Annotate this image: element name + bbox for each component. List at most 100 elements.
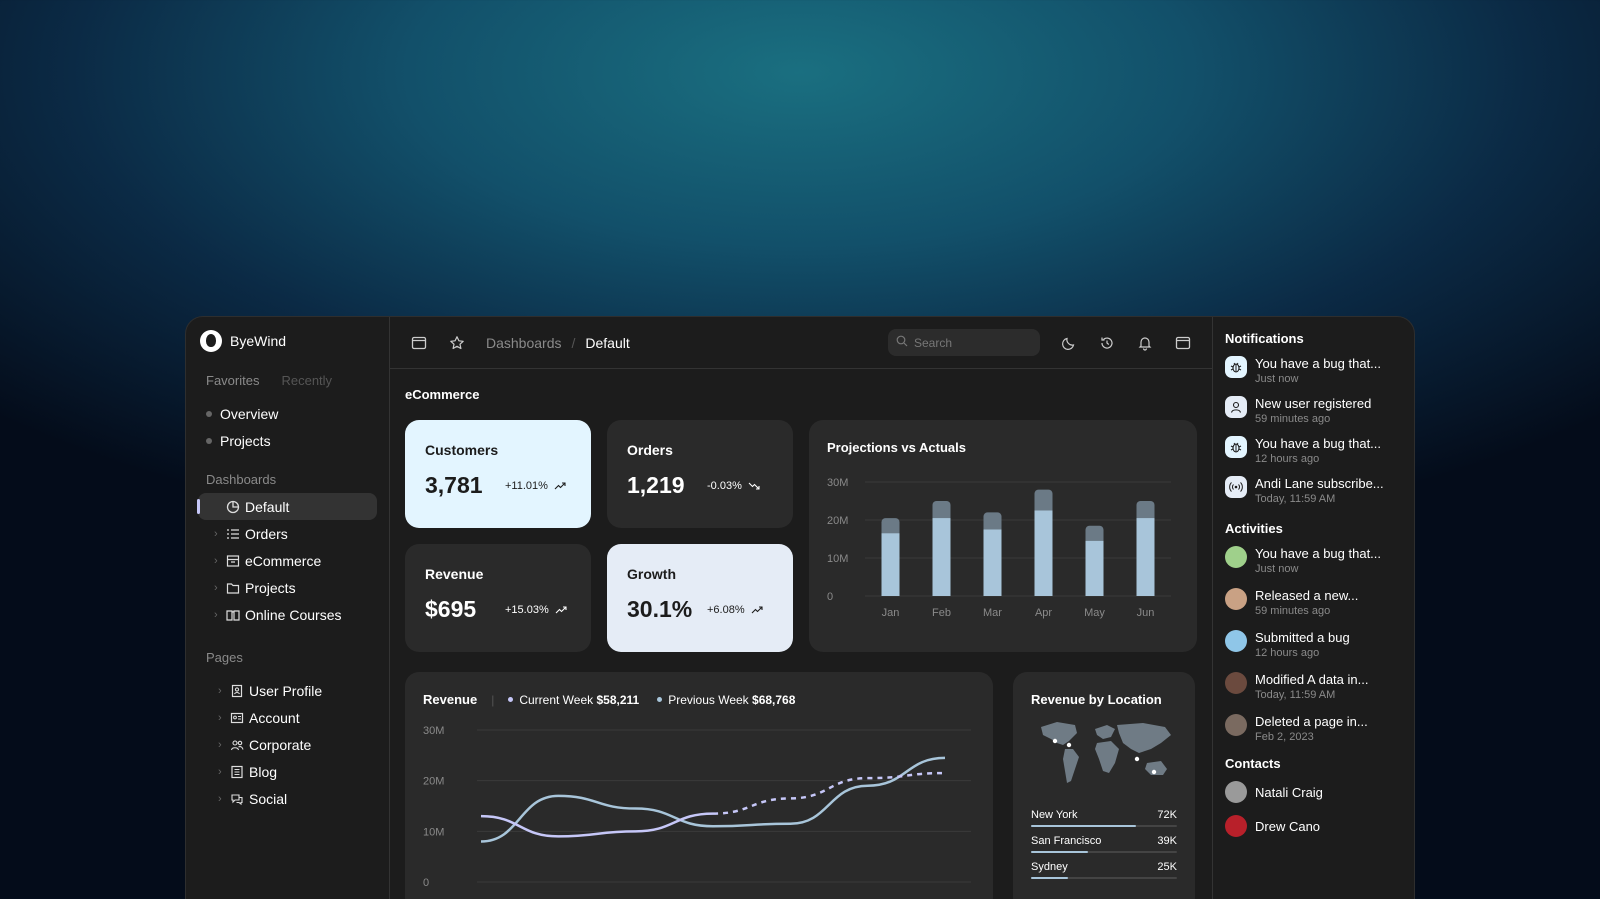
notification-time: Today, 11:59 AM (1255, 493, 1336, 505)
activity-time: Today, 11:59 AM (1255, 689, 1336, 701)
book-icon (226, 608, 240, 622)
projections-card: Projections vs Actuals 30M 20M 10M 0 Jan Feb M… (809, 420, 1197, 652)
sidebar-item-account[interactable]: › Account (198, 704, 377, 731)
sidebar-item-user-profile[interactable]: › User Profile (198, 677, 377, 704)
sidebar-item-ecommerce[interactable]: › eCommerce (198, 547, 377, 574)
bar-actual (1085, 540, 1104, 596)
panel-toggle-icon[interactable] (1174, 334, 1192, 352)
brand[interactable]: ByeWind (200, 329, 377, 353)
bar-actual (932, 518, 951, 596)
kpi-change-text: +15.03% (505, 603, 549, 616)
sidebar-item-blog[interactable]: › Blog (198, 758, 377, 785)
search-input[interactable] (914, 335, 1024, 350)
broadcast-icon (1225, 476, 1247, 498)
avatar (1225, 781, 1247, 803)
avatar (1225, 546, 1247, 568)
activities-title: Activities (1225, 521, 1283, 536)
notification-text: Andi Lane subscribe... (1255, 476, 1384, 491)
location-value: 39K (1157, 835, 1177, 847)
moon-icon[interactable] (1060, 334, 1078, 352)
sidebar-item-orders[interactable]: › Orders (198, 520, 377, 547)
favorites-list: Overview Projects (206, 400, 377, 454)
breadcrumb-separator: / (571, 334, 576, 351)
chevron-right-icon: › (218, 684, 222, 697)
activity-item[interactable]: You have a bug that... Just now (1225, 546, 1402, 575)
contact-item[interactable]: Drew Cano (1225, 815, 1402, 837)
kpi-change: +15.03% (505, 604, 567, 616)
contact-item[interactable]: Natali Craig (1225, 781, 1402, 803)
star-icon[interactable] (448, 334, 466, 352)
trend-up-icon (554, 481, 566, 489)
kpi-card-customers[interactable]: Customers 3,781 +11.01% (405, 420, 591, 528)
kpi-value: $695 (425, 596, 477, 622)
divider: | (491, 692, 495, 707)
contact-name: Natali Craig (1255, 784, 1323, 800)
location-bar (1031, 877, 1177, 879)
breadcrumb-dashboards[interactable]: Dashboards (486, 335, 562, 351)
legend-dot-icon (508, 697, 514, 702)
favorite-item-projects[interactable]: Projects (206, 427, 377, 454)
notification-time: 12 hours ago (1255, 453, 1320, 465)
location-row: New York 72K (1031, 809, 1177, 827)
avatar (1225, 630, 1247, 652)
dashboards-section-label: Dashboards (206, 472, 277, 487)
location-city: Sydney (1031, 861, 1068, 873)
kpi-value: 1,219 (627, 472, 685, 498)
favorite-item-overview[interactable]: Overview (206, 400, 377, 427)
legend-label: Previous Week (668, 692, 749, 707)
location-title: Revenue by Location (1031, 692, 1162, 707)
sidebar-item-label: User Profile (249, 682, 323, 699)
notification-item[interactable]: New user registered 59 minutes ago (1225, 396, 1402, 425)
search-box[interactable] (888, 329, 1040, 356)
kpi-label: Orders (627, 442, 673, 458)
sidebar-item-projects[interactable]: › Projects (198, 574, 377, 601)
sidebar-item-corporate[interactable]: › Corporate (198, 731, 377, 758)
line-current-week-projection (712, 771, 946, 815)
sidebar-toggle-icon[interactable] (410, 334, 428, 352)
kpi-change: +6.08% (707, 604, 763, 616)
kpi-card-revenue[interactable]: Revenue $695 +15.03% (405, 544, 591, 652)
activity-item[interactable]: Deleted a page in... Feb 2, 2023 (1225, 714, 1402, 743)
projections-title: Projections vs Actuals (827, 440, 966, 455)
legend-dot-icon (657, 697, 663, 702)
history-icon[interactable] (1098, 334, 1116, 352)
activity-text: Deleted a page in... (1255, 714, 1368, 729)
notification-time: Just now (1255, 373, 1299, 385)
notification-item[interactable]: You have a bug that... 12 hours ago (1225, 436, 1402, 465)
notification-item[interactable]: You have a bug that... Just now (1225, 356, 1402, 385)
users-icon (230, 738, 244, 752)
sidebar-item-social[interactable]: › Social (198, 785, 377, 812)
notification-text: You have a bug that... (1255, 436, 1382, 451)
tab-recently[interactable]: Recently (281, 373, 332, 388)
chat-icon (230, 792, 244, 806)
activity-item[interactable]: Released a new... 59 minutes ago (1225, 588, 1402, 617)
tab-favorites[interactable]: Favorites (206, 373, 259, 388)
location-value: 72K (1157, 809, 1177, 821)
sidebar-item-online-courses[interactable]: › Online Courses (198, 601, 377, 628)
kpi-card-growth[interactable]: Growth 30.1% +6.08% (607, 544, 793, 652)
bell-icon[interactable] (1136, 334, 1154, 352)
location-row: San Francisco 39K (1031, 835, 1177, 853)
kpi-label: Customers (425, 442, 499, 458)
kpi-value: 3,781 (425, 472, 483, 498)
kpi-change-text: -0.03% (707, 479, 742, 492)
notebook-icon (230, 765, 244, 779)
activity-item[interactable]: Submitted a bug 12 hours ago (1225, 630, 1402, 659)
bullet-icon (206, 410, 212, 417)
activity-item[interactable]: Modified A data in... Today, 11:59 AM (1225, 672, 1402, 701)
dashboard-window: ByeWind Favorites Recently Overview Proj… (185, 316, 1415, 899)
notification-item[interactable]: Andi Lane subscribe... Today, 11:59 AM (1225, 476, 1402, 505)
y-tick-label: 10M (423, 826, 444, 838)
kpi-card-orders[interactable]: Orders 1,219 -0.03% (607, 420, 793, 528)
location-bar-fill (1031, 851, 1088, 853)
chevron-right-icon: › (214, 554, 218, 567)
bar-actual (1034, 510, 1053, 596)
sidebar-item-label: Orders (245, 525, 288, 542)
trend-down-icon (748, 482, 760, 490)
contacts-list: Natali Craig Drew Cano (1225, 781, 1402, 837)
line-current-week (480, 812, 714, 838)
y-tick-label: 20M (827, 515, 848, 527)
chevron-right-icon: › (218, 711, 222, 724)
sidebar-item-default[interactable]: Default (197, 493, 377, 520)
contacts-title: Contacts (1225, 756, 1281, 771)
